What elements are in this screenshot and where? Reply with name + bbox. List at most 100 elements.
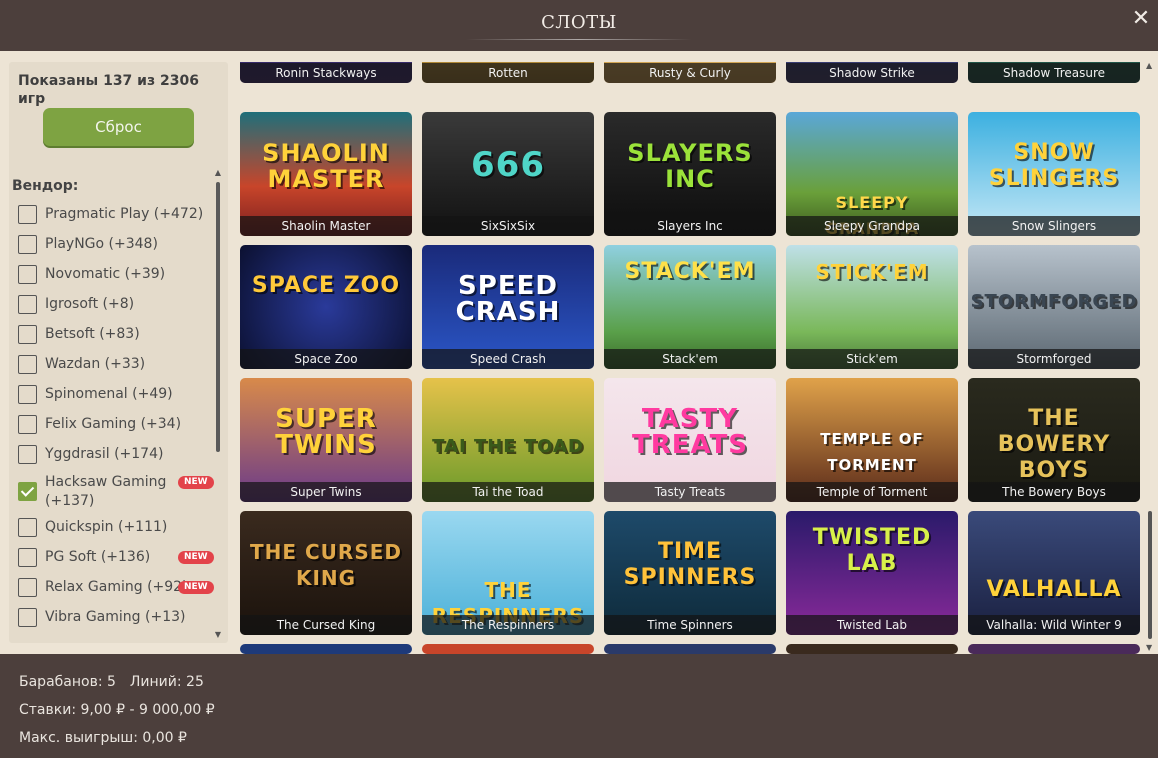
game-card-time-spinners[interactable]: TIME SPINNERS Time Spinners xyxy=(604,511,776,635)
game-title: Speed Crash xyxy=(422,349,594,369)
game-card-shaolin-master[interactable]: SHAOLIN MASTER Shaolin Master xyxy=(240,112,412,236)
game-card-rusty-curly[interactable]: Rusty & Curly xyxy=(604,62,776,83)
game-card-twisted-lab[interactable]: TWISTED LAB Twisted Lab xyxy=(786,511,958,635)
vendor-checkbox[interactable] xyxy=(18,295,37,314)
vendor-checkbox[interactable] xyxy=(18,325,37,344)
vendor-checkbox[interactable] xyxy=(18,578,37,597)
game-title: Sleepy Grandpa xyxy=(786,216,958,236)
scroll-thumb[interactable] xyxy=(216,182,220,452)
reels-lines-row: Барабанов: 5 Линий: 25 xyxy=(19,674,204,690)
game-thumbnail xyxy=(422,644,594,654)
vendor-filter: Вендор: Pragmatic Play (+472) PlayNGo (+… xyxy=(9,165,228,643)
vendor-item-playngo[interactable]: PlayNGo (+348) xyxy=(18,235,214,265)
vendor-item-vibra-gaming[interactable]: Vibra Gaming (+13) xyxy=(18,608,214,638)
vendor-title: Вендор: xyxy=(12,178,79,194)
vendor-item-spinomenal[interactable]: Spinomenal (+49) xyxy=(18,385,214,415)
game-title: Valhalla: Wild Winter 9 xyxy=(968,615,1140,635)
vendor-checkbox[interactable] xyxy=(18,608,37,627)
vendor-item-pg-soft[interactable]: PG Soft (+136) NEW xyxy=(18,548,214,578)
vendor-checkbox[interactable] xyxy=(18,265,37,284)
game-card-slayers-inc[interactable]: SLAYERS INC Slayers Inc xyxy=(604,112,776,236)
new-badge: NEW xyxy=(178,581,214,594)
game-card-tai-the-toad[interactable]: TAI THE TOAD Tai the Toad xyxy=(422,378,594,502)
game-logo: TASTY TREATS xyxy=(631,404,749,460)
scroll-down-icon[interactable]: ▼ xyxy=(214,631,222,639)
scroll-down-icon[interactable]: ▼ xyxy=(1146,643,1152,652)
scroll-up-icon[interactable]: ▲ xyxy=(1146,61,1152,70)
game-logo: SPEED CRASH xyxy=(455,271,561,327)
game-card-stackem[interactable]: STACK'EM Stack'em xyxy=(604,245,776,369)
vendor-item-igrosoft[interactable]: Igrosoft (+8) xyxy=(18,295,214,325)
vendor-label: PlayNGo (+348) xyxy=(45,236,158,252)
game-card[interactable] xyxy=(240,644,412,654)
game-title: Rotten xyxy=(422,63,594,83)
vendor-item-pragmatic-play[interactable]: Pragmatic Play (+472) xyxy=(18,205,214,235)
vendor-item-hacksaw-gaming[interactable]: Hacksaw Gaming (+137) NEW xyxy=(18,473,214,511)
game-card-the-cursed-king[interactable]: THE CURSED KING The Cursed King xyxy=(240,511,412,635)
game-card-speed-crash[interactable]: SPEED CRASH Speed Crash xyxy=(422,245,594,369)
close-icon[interactable]: ✕ xyxy=(1128,6,1154,32)
games-scrollbar[interactable]: ▲ ▼ xyxy=(1145,61,1155,653)
game-title: Stormforged xyxy=(968,349,1140,369)
game-card-ronin-stackways[interactable]: Ronin Stackways xyxy=(240,62,412,83)
game-logo: SHAOLIN MASTER xyxy=(262,139,390,193)
vendor-item-felix-gaming[interactable]: Felix Gaming (+34) xyxy=(18,415,214,445)
vendor-item-wazdan[interactable]: Wazdan (+33) xyxy=(18,355,214,385)
vendor-item-quickspin[interactable]: Quickspin (+111) xyxy=(18,518,214,548)
game-thumbnail xyxy=(604,644,776,654)
vendor-checkbox[interactable] xyxy=(18,415,37,434)
game-card-shadow-strike[interactable]: Shadow Strike xyxy=(786,62,958,83)
game-card-snow-slingers[interactable]: SNOW SLINGERS Snow Slingers xyxy=(968,112,1140,236)
game-title: Tai the Toad xyxy=(422,482,594,502)
game-card-sixsixsix[interactable]: 666 SixSixSix xyxy=(422,112,594,236)
game-card-the-bowery-boys[interactable]: THE BOWERY BOYS The Bowery Boys xyxy=(968,378,1140,502)
game-card[interactable] xyxy=(968,644,1140,654)
title-divider xyxy=(466,39,692,40)
game-card[interactable] xyxy=(422,644,594,654)
game-card-the-respinners[interactable]: THE RESPINNERS The Respinners xyxy=(422,511,594,635)
vendor-checkbox[interactable] xyxy=(18,445,37,464)
game-card-rotten[interactable]: Rotten xyxy=(422,62,594,83)
vendor-item-relax-gaming[interactable]: Relax Gaming (+92) NEW xyxy=(18,578,214,608)
game-card-stormforged[interactable]: STORMFORGED Stormforged xyxy=(968,245,1140,369)
reels-count: Барабанов: 5 xyxy=(19,674,116,690)
reset-button[interactable]: Сброс xyxy=(43,108,194,146)
game-logo: STACK'EM xyxy=(624,259,756,284)
vendor-label: Relax Gaming (+92) xyxy=(45,579,188,595)
new-badge: NEW xyxy=(178,476,214,489)
game-card-sleepy-grandpa[interactable]: SLEEPY GRANDPA Sleepy Grandpa xyxy=(786,112,958,236)
max-win: Макс. выигрыш: 0,00 ₽ xyxy=(19,730,187,746)
game-thumbnail xyxy=(240,644,412,654)
vendor-label: Felix Gaming (+34) xyxy=(45,416,182,432)
game-title: Shadow Strike xyxy=(786,63,958,83)
vendor-checkbox-checked[interactable] xyxy=(18,482,37,501)
vendor-checkbox[interactable] xyxy=(18,385,37,404)
new-badge: NEW xyxy=(178,551,214,564)
vendor-item-betsoft[interactable]: Betsoft (+83) xyxy=(18,325,214,355)
vendor-checkbox[interactable] xyxy=(18,518,37,537)
vendor-item-novomatic[interactable]: Novomatic (+39) xyxy=(18,265,214,295)
game-logo: TAI THE TOAD xyxy=(432,436,584,457)
game-card-valhalla-wild-winter-9[interactable]: VALHALLA Valhalla: Wild Winter 9 xyxy=(968,511,1140,635)
vendor-checkbox[interactable] xyxy=(18,548,37,567)
game-info-footer: Барабанов: 5 Линий: 25 Ставки: 9,00 ₽ - 9… xyxy=(0,654,1158,758)
game-card-tasty-treats[interactable]: TASTY TREATS Tasty Treats xyxy=(604,378,776,502)
game-card-space-zoo[interactable]: SPACE ZOO Space Zoo xyxy=(240,245,412,369)
vendor-item-yggdrasil[interactable]: Yggdrasil (+174) xyxy=(18,445,214,475)
game-card[interactable] xyxy=(604,644,776,654)
game-card-shadow-treasure[interactable]: Shadow Treasure xyxy=(968,62,1140,83)
game-logo: TEMPLE OF TORMENT xyxy=(820,430,924,474)
shown-count-text: Показаны 137 из 2306 игр xyxy=(18,73,199,107)
game-title: Super Twins xyxy=(240,482,412,502)
game-card-stickem[interactable]: STICK'EM Stick'em xyxy=(786,245,958,369)
vendor-checkbox[interactable] xyxy=(18,355,37,374)
vendor-checkbox[interactable] xyxy=(18,235,37,254)
game-card[interactable] xyxy=(786,644,958,654)
game-title: Time Spinners xyxy=(604,615,776,635)
vendor-scrollbar[interactable]: ▲ ▼ xyxy=(214,169,222,639)
scroll-up-icon[interactable]: ▲ xyxy=(214,169,222,177)
scroll-thumb[interactable] xyxy=(1148,511,1152,639)
game-card-temple-of-torment[interactable]: TEMPLE OF TORMENT Temple of Torment xyxy=(786,378,958,502)
vendor-checkbox[interactable] xyxy=(18,205,37,224)
game-card-super-twins[interactable]: SUPER TWINS Super Twins xyxy=(240,378,412,502)
